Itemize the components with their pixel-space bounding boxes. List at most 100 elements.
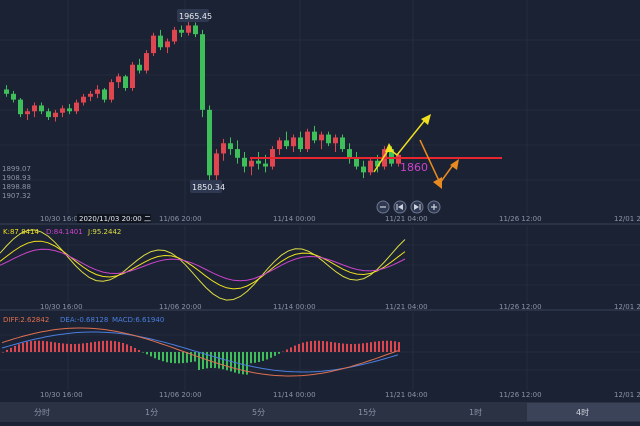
macd-bar: [374, 341, 376, 352]
candle-body: [256, 160, 261, 164]
high-label: 1965.45: [179, 12, 212, 21]
svg-text:4时: 4时: [576, 407, 589, 417]
macd-bar: [50, 341, 52, 352]
macd-value-label: MACD:6.61940: [112, 316, 164, 324]
macd-bar: [386, 340, 388, 352]
macd-bar: [74, 343, 76, 352]
macd-bar: [254, 352, 256, 363]
macd-bar: [166, 352, 168, 363]
candle-body: [298, 137, 303, 150]
candle-body: [207, 109, 212, 176]
macd-bar: [154, 352, 156, 359]
macd-bar: [158, 352, 160, 360]
macd-bar: [110, 340, 112, 352]
timeframe-tab-5m[interactable]: 5分: [252, 408, 265, 417]
x-tick-main-3: 11/14 00:00: [273, 215, 316, 223]
macd-bar: [274, 352, 276, 356]
zoom-out-button[interactable]: [376, 200, 390, 214]
macd-bar: [30, 341, 32, 352]
x-tick-kdj-5: 11/26 12:00: [499, 303, 542, 311]
trading-chart: 1860 1965.45 1850.34 1899.07 1908.93 189…: [0, 0, 640, 422]
candle-body: [214, 153, 219, 176]
candle-body: [109, 82, 114, 100]
macd-bar: [18, 344, 20, 352]
forward-button[interactable]: [410, 200, 424, 214]
macd-bar: [198, 352, 200, 370]
macd-bar: [142, 352, 144, 353]
macd-bar: [138, 350, 140, 352]
candle-body: [81, 96, 86, 103]
x-tick-macd-3: 11/14 00:00: [273, 391, 316, 399]
svg-text:15分: 15分: [358, 408, 376, 417]
timeframe-tab-1m-intraday[interactable]: 分时: [34, 407, 50, 417]
candle-body: [53, 112, 58, 118]
candle-body: [137, 64, 142, 71]
candle-body: [277, 140, 282, 150]
x-tick-macd-4: 11/21 04:00: [385, 391, 428, 399]
x-tick-main-4: 11/21 04:00: [385, 215, 428, 223]
macd-bar: [226, 352, 228, 371]
macd-bar: [66, 343, 68, 352]
timeframe-tab-15m[interactable]: 15分: [358, 408, 376, 417]
x-tick-kdj-2: 11/06 20:00: [159, 303, 202, 311]
x-tick-main-1: 10/30 16:00: [40, 215, 83, 223]
kdj-j-label: J:95.2442: [87, 228, 121, 236]
candle-body: [249, 160, 254, 167]
timeframe-tab-1h[interactable]: 1时: [469, 407, 482, 417]
svg-text:1分: 1分: [145, 408, 158, 417]
macd-bar: [266, 352, 268, 360]
macd-bar: [22, 342, 24, 352]
chart-background: [0, 0, 640, 422]
candle-body: [165, 41, 170, 48]
candle-body: [305, 131, 310, 150]
candle-body: [193, 25, 198, 35]
timeframe-tab-1m[interactable]: 1分: [145, 408, 158, 417]
macd-bar: [150, 352, 152, 357]
macd-bar: [170, 352, 172, 363]
macd-bar: [126, 344, 128, 352]
macd-bar: [282, 351, 284, 353]
macd-bar: [182, 352, 184, 364]
zoom-in-button[interactable]: [427, 200, 441, 214]
kdj-d-label: D:84.1401: [46, 228, 83, 236]
macd-bar: [94, 341, 96, 352]
macd-bar: [54, 342, 56, 352]
macd-bar: [290, 347, 292, 352]
macd-bar: [42, 340, 44, 352]
macd-bar: [222, 352, 224, 370]
macd-bar: [258, 352, 260, 362]
rewind-button[interactable]: [393, 200, 407, 214]
x-tick-kdj-3: 11/14 00:00: [273, 303, 316, 311]
candle-body: [39, 105, 44, 112]
macd-bar: [398, 342, 400, 352]
candle-body: [333, 137, 338, 144]
candle-body: [228, 143, 233, 150]
candle-body: [235, 149, 240, 158]
macd-bar: [38, 340, 40, 352]
macd-bar: [218, 352, 220, 369]
macd-bar: [346, 343, 348, 352]
macd-bar: [390, 340, 392, 352]
macd-bar: [102, 340, 104, 352]
macd-bar: [378, 341, 380, 352]
timeframe-tab-4h[interactable]: 4时: [576, 407, 589, 417]
macd-bar: [294, 345, 296, 352]
macd-bar: [326, 341, 328, 352]
candle-body: [102, 89, 107, 100]
macd-bar: [134, 347, 136, 352]
candle-body: [340, 137, 345, 150]
x-tick-main-5: 11/26 12:00: [499, 215, 542, 223]
svg-text:5分: 5分: [252, 408, 265, 417]
macd-dif-label: DIFF:2.62842: [3, 316, 49, 324]
macd-bar: [130, 346, 132, 352]
macd-bar: [202, 352, 204, 370]
macd-bar: [382, 340, 384, 352]
left-value-1: 1899.07: [2, 165, 31, 173]
candle-body: [291, 137, 296, 147]
candle-body: [95, 89, 100, 94]
candle-body: [4, 89, 9, 94]
macd-bar: [278, 352, 280, 354]
macd-bar: [262, 352, 264, 361]
macd-bar: [90, 342, 92, 352]
macd-bar: [46, 341, 48, 352]
